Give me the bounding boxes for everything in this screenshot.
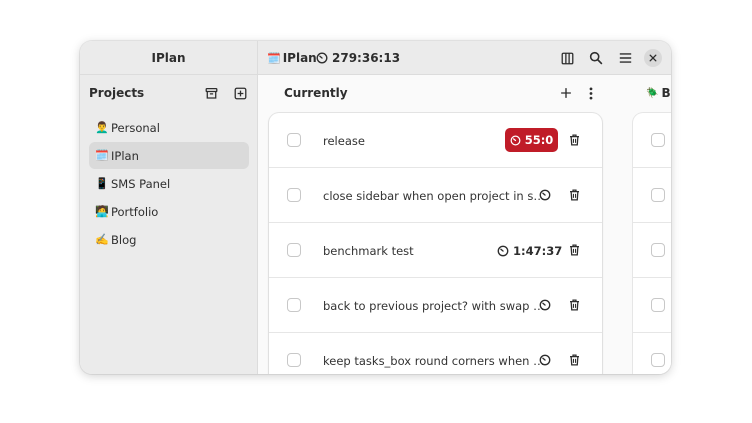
timer-icon (539, 299, 551, 311)
task-checkbox[interactable] (287, 243, 301, 257)
total-time-text: 279:36:13 (332, 51, 401, 65)
sidebar-item-personal[interactable]: 👨‍🦱 Personal (89, 114, 249, 141)
main-menu-button[interactable] (614, 47, 636, 69)
task-name: close sidebar when open project in s… (323, 188, 545, 203)
trash-icon (569, 189, 579, 201)
calendar-emoji-icon: 🗓️ (267, 51, 281, 65)
sidebar-item-sms-panel[interactable]: 📱 SMS Panel (89, 170, 249, 197)
task-checkbox[interactable] (651, 243, 665, 257)
delete-task-button[interactable] (566, 242, 582, 258)
task-checkbox[interactable] (651, 298, 665, 312)
task-timer-text: 1:47:37 (513, 243, 563, 258)
project-title[interactable]: 🗓️ IPlan (267, 41, 317, 75)
second-column-title: 🪲 Bu (646, 76, 671, 110)
task-timer-button[interactable]: 1:47:37 (497, 223, 562, 278)
column-header: Currently (258, 76, 618, 110)
search-button[interactable] (585, 47, 607, 69)
task-name: benchmark test (323, 243, 414, 258)
task-checkbox[interactable] (287, 133, 301, 147)
task-row[interactable]: benchmark test 1:47:37 (269, 223, 602, 278)
tasks-box: release 55:0 close sidebar when open pro… (269, 113, 602, 374)
sidebar-app-title: IPlan (80, 41, 257, 75)
task-row[interactable] (633, 223, 671, 278)
delete-task-button[interactable] (566, 297, 582, 313)
timer-icon (497, 245, 509, 256)
close-icon (649, 54, 657, 62)
delete-task-button[interactable] (566, 352, 582, 368)
delete-task-button[interactable] (566, 132, 582, 148)
task-row[interactable] (633, 168, 671, 223)
trash-icon (569, 299, 579, 311)
bug-emoji-icon: 🪲 (646, 87, 659, 99)
sidebar: IPlan Projects 👨‍🦱 Per (80, 41, 258, 374)
app-window: IPlan Projects 👨‍🦱 Per (80, 41, 671, 374)
projects-bar: Projects (80, 75, 257, 111)
task-row[interactable]: keep tasks_box round corners when … (269, 333, 602, 374)
task-timer-running-button[interactable]: 55:0 (505, 128, 558, 152)
header-bar: 🗓️ IPlan 279:36:13 (258, 41, 671, 75)
task-row[interactable]: back to previous project? with swap … (269, 278, 602, 333)
delete-task-button[interactable] (566, 187, 582, 203)
search-icon (589, 51, 603, 65)
sidebar-item-label: Portfolio (111, 204, 159, 219)
more-vertical-icon (589, 86, 593, 100)
task-checkbox[interactable] (651, 353, 665, 367)
task-checkbox[interactable] (287, 298, 301, 312)
add-task-button[interactable] (555, 82, 577, 104)
close-window-button[interactable] (644, 49, 662, 67)
timer-icon (510, 135, 521, 145)
columns-icon (561, 52, 573, 64)
task-name: keep tasks_box round corners when … (323, 353, 545, 368)
archive-icon (205, 87, 217, 99)
column-title: Bu (661, 86, 671, 100)
timer-icon (539, 354, 551, 366)
column-options-button[interactable] (580, 82, 602, 104)
trash-icon (569, 354, 579, 366)
task-row[interactable]: release 55:0 (269, 113, 602, 168)
trash-icon (569, 244, 579, 256)
task-checkbox[interactable] (287, 353, 301, 367)
add-project-icon (234, 87, 246, 99)
start-timer-button[interactable] (537, 297, 553, 313)
task-row[interactable] (633, 333, 671, 374)
task-row[interactable]: close sidebar when open project in s… (269, 168, 602, 223)
phone-emoji-icon: 📱 (95, 177, 109, 190)
sidebar-item-label: Personal (111, 120, 160, 135)
plus-icon (561, 88, 571, 98)
start-timer-button[interactable] (537, 352, 553, 368)
personal-emoji-icon: 👨‍🦱 (95, 121, 109, 134)
sidebar-item-iplan[interactable]: 🗓️ IPlan (89, 142, 249, 169)
task-row[interactable] (633, 113, 671, 168)
sidebar-item-label: SMS Panel (111, 176, 171, 191)
task-timer-text: 55:0 (524, 133, 554, 147)
sidebar-item-portfolio[interactable]: 🧑‍💻 Portfolio (89, 198, 249, 225)
timer-icon (539, 189, 551, 201)
add-project-button[interactable] (229, 82, 251, 104)
columns-view-button[interactable] (556, 47, 578, 69)
timer-icon (316, 52, 328, 64)
start-timer-button[interactable] (537, 187, 553, 203)
task-checkbox[interactable] (651, 188, 665, 202)
writing-hand-emoji-icon: ✍️ (95, 233, 109, 246)
trash-icon (569, 134, 579, 146)
sidebar-item-blog[interactable]: ✍️ Blog (89, 226, 249, 253)
menu-icon (619, 53, 631, 63)
sidebar-item-label: Blog (111, 232, 137, 247)
column-title: Currently (284, 86, 348, 100)
project-name: IPlan (282, 51, 317, 65)
task-name: release (323, 133, 365, 148)
calendar-emoji-icon: 🗓️ (95, 149, 109, 162)
second-tasks-box (633, 113, 671, 374)
technologist-emoji-icon: 🧑‍💻 (95, 205, 109, 218)
projects-label: Projects (89, 86, 145, 100)
sidebar-item-label: IPlan (111, 148, 139, 163)
project-total-time: 279:36:13 (316, 41, 400, 75)
task-checkbox[interactable] (651, 133, 665, 147)
task-name: back to previous project? with swap … (323, 298, 545, 313)
archive-button[interactable] (200, 82, 222, 104)
task-checkbox[interactable] (287, 188, 301, 202)
task-row[interactable] (633, 278, 671, 333)
project-list: 👨‍🦱 Personal 🗓️ IPlan 📱 SMS Panel 🧑‍💻 Po… (89, 114, 249, 254)
